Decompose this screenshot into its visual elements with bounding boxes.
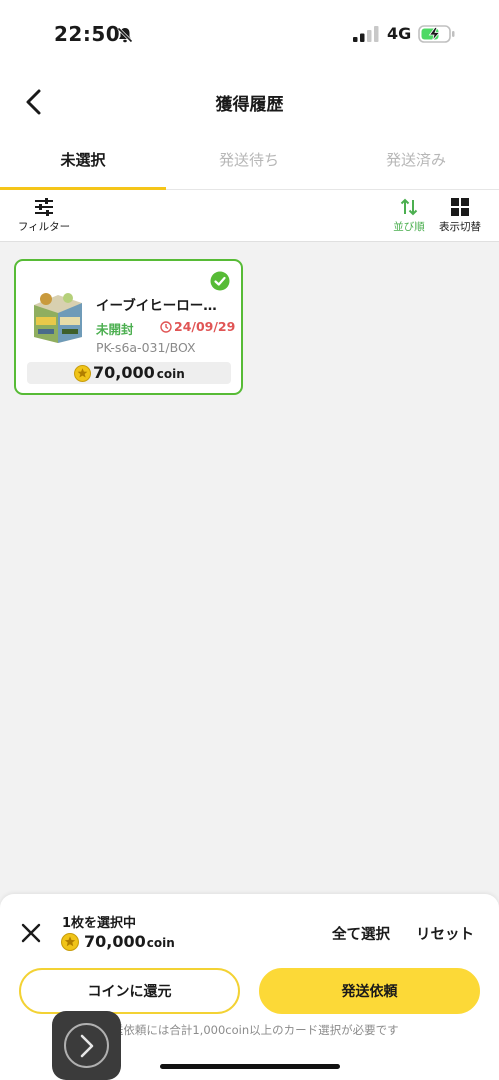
floating-next-button[interactable] (52, 1011, 121, 1080)
filter-sliders-icon (35, 198, 53, 216)
battery-charging-icon (418, 25, 455, 43)
item-status: 未開封 (96, 322, 134, 337)
selection-total-unit: coin (146, 936, 175, 950)
coin-icon (74, 365, 91, 382)
selection-total-value: 70,000 (84, 932, 146, 951)
filter-label: フィルター (17, 221, 71, 233)
tab-bar: 未選択 発送待ち 発送済み (0, 134, 499, 190)
status-time: 22:50 (54, 22, 121, 46)
reset-button[interactable]: リセット (416, 923, 474, 944)
sort-label: 並び順 (393, 221, 425, 233)
filter-button[interactable]: フィルター (14, 198, 74, 234)
close-icon[interactable] (20, 922, 42, 944)
selection-count: 1枚を選択中 (62, 916, 137, 931)
item-price-unit: coin (156, 367, 185, 381)
bell-slash-icon (117, 27, 133, 43)
toolbar: フィルター 並び順 表示切替 (0, 190, 499, 242)
item-date: 24/09/29 (160, 319, 235, 334)
sort-button[interactable]: 並び順 (389, 198, 429, 234)
tab-unselected[interactable]: 未選択 (0, 134, 166, 190)
sort-arrows-icon (400, 198, 418, 216)
coin-icon (61, 933, 79, 951)
view-toggle-label: 表示切替 (439, 221, 481, 233)
view-toggle-button[interactable]: 表示切替 (435, 198, 485, 234)
convert-to-coin-button[interactable]: コインに還元 (19, 968, 240, 1014)
grid-view-icon (451, 198, 469, 216)
selection-total: 70,000coin (84, 932, 175, 951)
tab-awaiting-shipment[interactable]: 発送待ち (166, 134, 332, 190)
network-type: 4G (387, 24, 412, 43)
item-date-text: 24/09/29 (174, 319, 236, 334)
item-code: PK-s6a-031/BOX (96, 340, 196, 355)
select-all-button[interactable]: 全て選択 (332, 923, 390, 944)
navigation-bar: 獲得履歴 (0, 68, 499, 134)
item-price-value: 70,000 (93, 363, 155, 382)
chevron-right-icon (80, 1034, 94, 1058)
tab-shipped[interactable]: 発送済み (333, 134, 499, 190)
request-shipment-button[interactable]: 発送依頼 (259, 968, 480, 1014)
product-box-image (34, 293, 82, 343)
item-price: 70,000 coin (93, 363, 185, 382)
selected-check-icon (210, 271, 230, 291)
status-bar: 22:50 4G (0, 0, 499, 68)
selection-panel: 1枚を選択中 70,000coin 全て選択 リセット コインに還元 発送依頼 … (0, 894, 499, 1080)
clock-icon (160, 321, 172, 333)
header-area: 22:50 4G 獲得履歴 未選択 発送待ち 発送済み (0, 0, 499, 190)
home-indicator (160, 1064, 340, 1069)
page-title: 獲得履歴 (215, 95, 284, 115)
item-price-bar: 70,000 coin (27, 362, 231, 384)
item-card[interactable]: イーブイヒーロー… 未開封 24/09/29 PK-s6a-031/BOX 70… (14, 259, 243, 395)
signal-icon (353, 26, 379, 42)
item-name: イーブイヒーロー… (96, 298, 217, 314)
